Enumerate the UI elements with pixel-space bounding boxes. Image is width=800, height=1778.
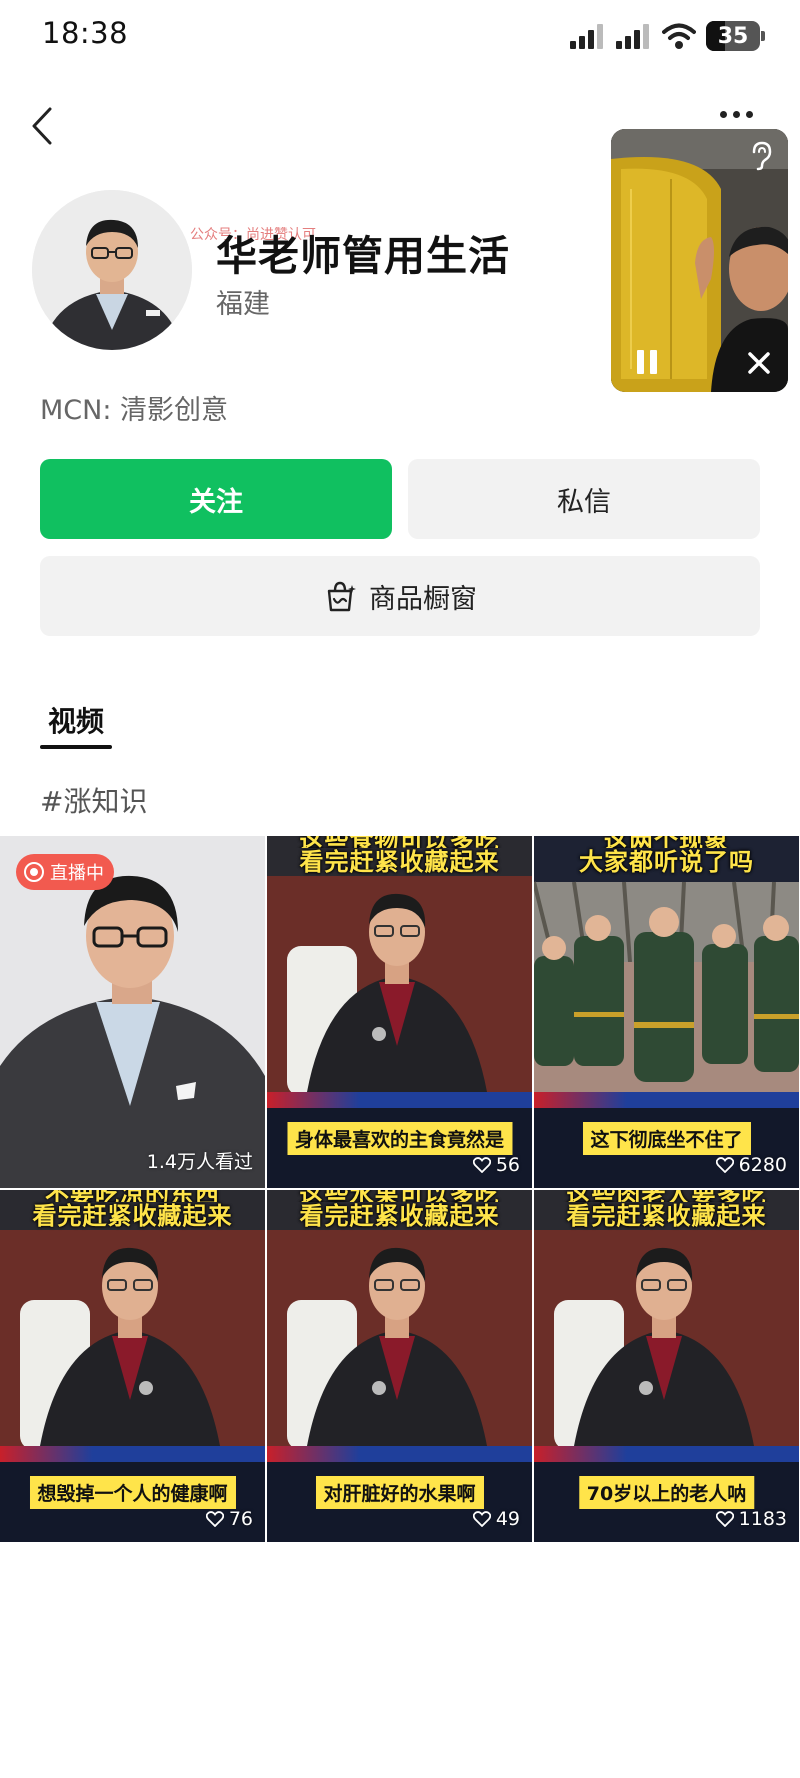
video-banner xyxy=(0,1446,265,1462)
status-time: 18:38 xyxy=(42,16,129,50)
video-headline: 这些肉老人要多吃 看完赶紧收藏起来 xyxy=(566,1190,767,1230)
status-bar: 18:38 35 xyxy=(0,0,800,72)
video-headline: 这些水果可以多吃 看完赶紧收藏起来 xyxy=(299,1190,500,1230)
video-tile[interactable]: 这些水果可以多吃 看完赶紧收藏起来 对肝脏好的水果啊 49 xyxy=(267,1190,532,1542)
more-dot-icon xyxy=(719,110,727,118)
video-tile[interactable]: 不要吃凉的东西 看完赶紧收藏起来 想毁掉一个人的健康啊 76 xyxy=(0,1190,265,1542)
like-count: 1183 xyxy=(715,1508,787,1530)
avatar[interactable] xyxy=(32,190,192,350)
more-dot-icon xyxy=(745,110,753,118)
video-caption: 这下彻底坐不住了 xyxy=(582,1122,751,1155)
video-banner xyxy=(267,1092,532,1108)
cellular-signal-icon xyxy=(570,24,603,49)
cellular-signal-2-icon xyxy=(616,24,649,49)
video-caption: 身体最喜欢的主食竟然是 xyxy=(286,1122,513,1155)
video-headline: 这两个现象 大家都听说了吗 xyxy=(579,836,754,876)
tab-video[interactable]: 视频 xyxy=(40,700,112,750)
profile-region: 福建 xyxy=(216,289,270,320)
back-button[interactable] xyxy=(22,102,62,150)
mcn-label: MCN: 清影创意 xyxy=(40,395,229,426)
video-headline: 不要吃凉的东西 看完赶紧收藏起来 xyxy=(32,1190,233,1230)
video-caption: 对肝脏好的水果啊 xyxy=(315,1476,484,1509)
video-tile[interactable]: 这些肉老人要多吃 看完赶紧收藏起来 70岁以上的老人呐 1183 xyxy=(534,1190,799,1542)
viewer-count: 1.4万人看过 xyxy=(146,1151,253,1173)
heart-icon xyxy=(472,1157,491,1173)
heart-icon xyxy=(715,1157,734,1173)
follow-button[interactable]: 关注 xyxy=(40,459,392,539)
video-caption: 想毁掉一个人的健康啊 xyxy=(29,1476,236,1509)
profile-name: 华老师管用生活 xyxy=(216,232,510,280)
status-icons: 35 xyxy=(570,18,765,54)
pause-icon[interactable] xyxy=(637,350,661,376)
chevron-left-icon xyxy=(32,107,52,145)
like-count: 49 xyxy=(472,1508,520,1530)
shop-window-button[interactable]: 商品橱窗 xyxy=(40,556,760,636)
heart-icon xyxy=(205,1511,224,1527)
hashtag-filter[interactable]: #涨知识 xyxy=(40,780,147,820)
video-banner xyxy=(267,1446,532,1462)
video-banner xyxy=(534,1446,799,1462)
pip-video-player[interactable] xyxy=(611,129,788,392)
wifi-icon xyxy=(662,23,696,49)
live-icon xyxy=(24,862,44,882)
message-button[interactable]: 私信 xyxy=(408,459,760,539)
battery-percent: 35 xyxy=(717,23,749,49)
shop-window-label: 商品橱窗 xyxy=(369,583,477,615)
like-count: 76 xyxy=(205,1508,253,1530)
live-badge: 直播中 xyxy=(16,854,114,890)
battery-icon: 35 xyxy=(706,21,765,51)
close-icon[interactable] xyxy=(744,348,774,378)
heart-icon xyxy=(715,1511,734,1527)
video-tile[interactable]: 这两个现象 大家都听说了吗 这下彻底坐不住了 6280 xyxy=(534,836,799,1188)
like-count: 6280 xyxy=(715,1154,787,1176)
like-count: 56 xyxy=(472,1154,520,1176)
heart-icon xyxy=(472,1511,491,1527)
more-dot-icon xyxy=(732,110,740,118)
shopping-bag-icon xyxy=(327,581,356,612)
video-tile-live[interactable]: 直播中 1.4万人看过 xyxy=(0,836,265,1188)
video-tile[interactable]: 这些食物可以多吃 看完赶紧收藏起来 身体最喜欢的主食竟然是 56 xyxy=(267,836,532,1188)
video-banner xyxy=(534,1092,799,1108)
video-headline: 这些食物可以多吃 看完赶紧收藏起来 xyxy=(299,836,500,876)
more-options-button[interactable] xyxy=(708,104,764,124)
live-label: 直播中 xyxy=(50,863,104,884)
ear-icon[interactable] xyxy=(746,139,776,173)
tab-active-indicator xyxy=(40,745,112,749)
video-caption: 70岁以上的老人呐 xyxy=(578,1476,755,1509)
